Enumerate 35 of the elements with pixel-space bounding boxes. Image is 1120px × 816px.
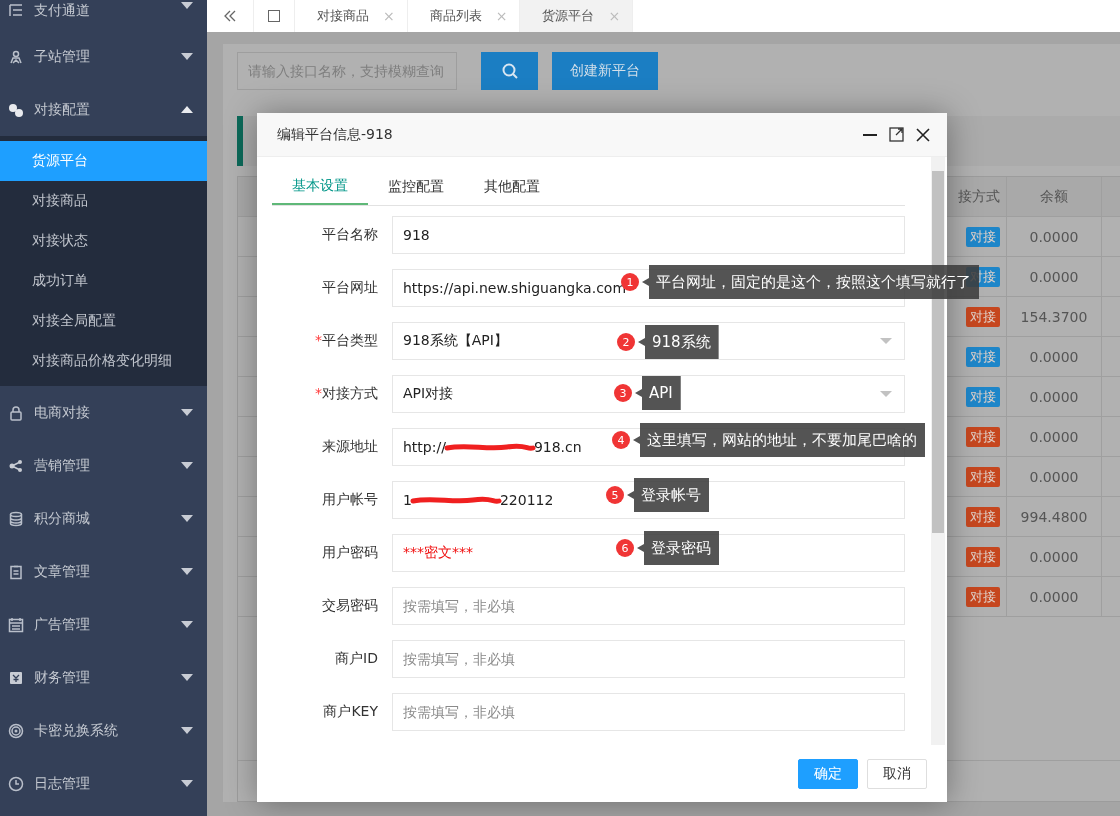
tooltip: 登录密码	[637, 531, 719, 565]
tooltip: 这里填写，网站的地址，不要加尾巴啥的	[633, 423, 925, 457]
status-tag: 对接	[966, 546, 1000, 567]
field-label: 平台名称	[321, 226, 378, 244]
table-cell: 994.4800	[1007, 497, 1102, 536]
status-tag: 对接	[966, 386, 1000, 407]
field-label: 交易密码	[321, 597, 378, 615]
dialog-title: 编辑平台信息-918	[277, 125, 394, 144]
field-label: *对接方式	[314, 385, 378, 403]
table-cell: 0.0000	[1007, 257, 1102, 296]
table-cell: 0.0000	[1007, 417, 1102, 456]
field-label: 用户帐号	[321, 491, 378, 509]
table-cell: 0.0000	[1007, 577, 1102, 616]
table-cell: 0.0000	[1007, 457, 1102, 496]
column-header: 余额	[1007, 177, 1102, 216]
field-label: *平台类型	[314, 332, 378, 350]
field-label: 平台网址	[321, 279, 378, 297]
status-tag: 对接	[966, 466, 1000, 487]
tooltip: 登录帐号	[627, 478, 709, 512]
table-cell: 154.3700	[1007, 297, 1102, 336]
table-cell: 0.0000	[1007, 217, 1102, 256]
tooltip: 918系统	[638, 325, 719, 359]
status-tag: 对接	[966, 586, 1000, 607]
status-tag: 对接	[966, 306, 1000, 327]
table-cell: 0.0000	[1007, 337, 1102, 376]
status-tag: 对接	[966, 506, 1000, 527]
field-label: 商户ID	[334, 650, 378, 668]
status-tag: 对接	[966, 226, 1000, 247]
table-cell: 0.0000	[1007, 377, 1102, 416]
status-tag: 对接	[966, 346, 1000, 367]
status-tag: 对接	[966, 426, 1000, 447]
field-label: 商户KEY	[322, 703, 378, 721]
table-cell: 0.0000	[1007, 537, 1102, 576]
field-label: 用户密码	[321, 544, 378, 562]
field-label: 来源地址	[321, 438, 378, 456]
